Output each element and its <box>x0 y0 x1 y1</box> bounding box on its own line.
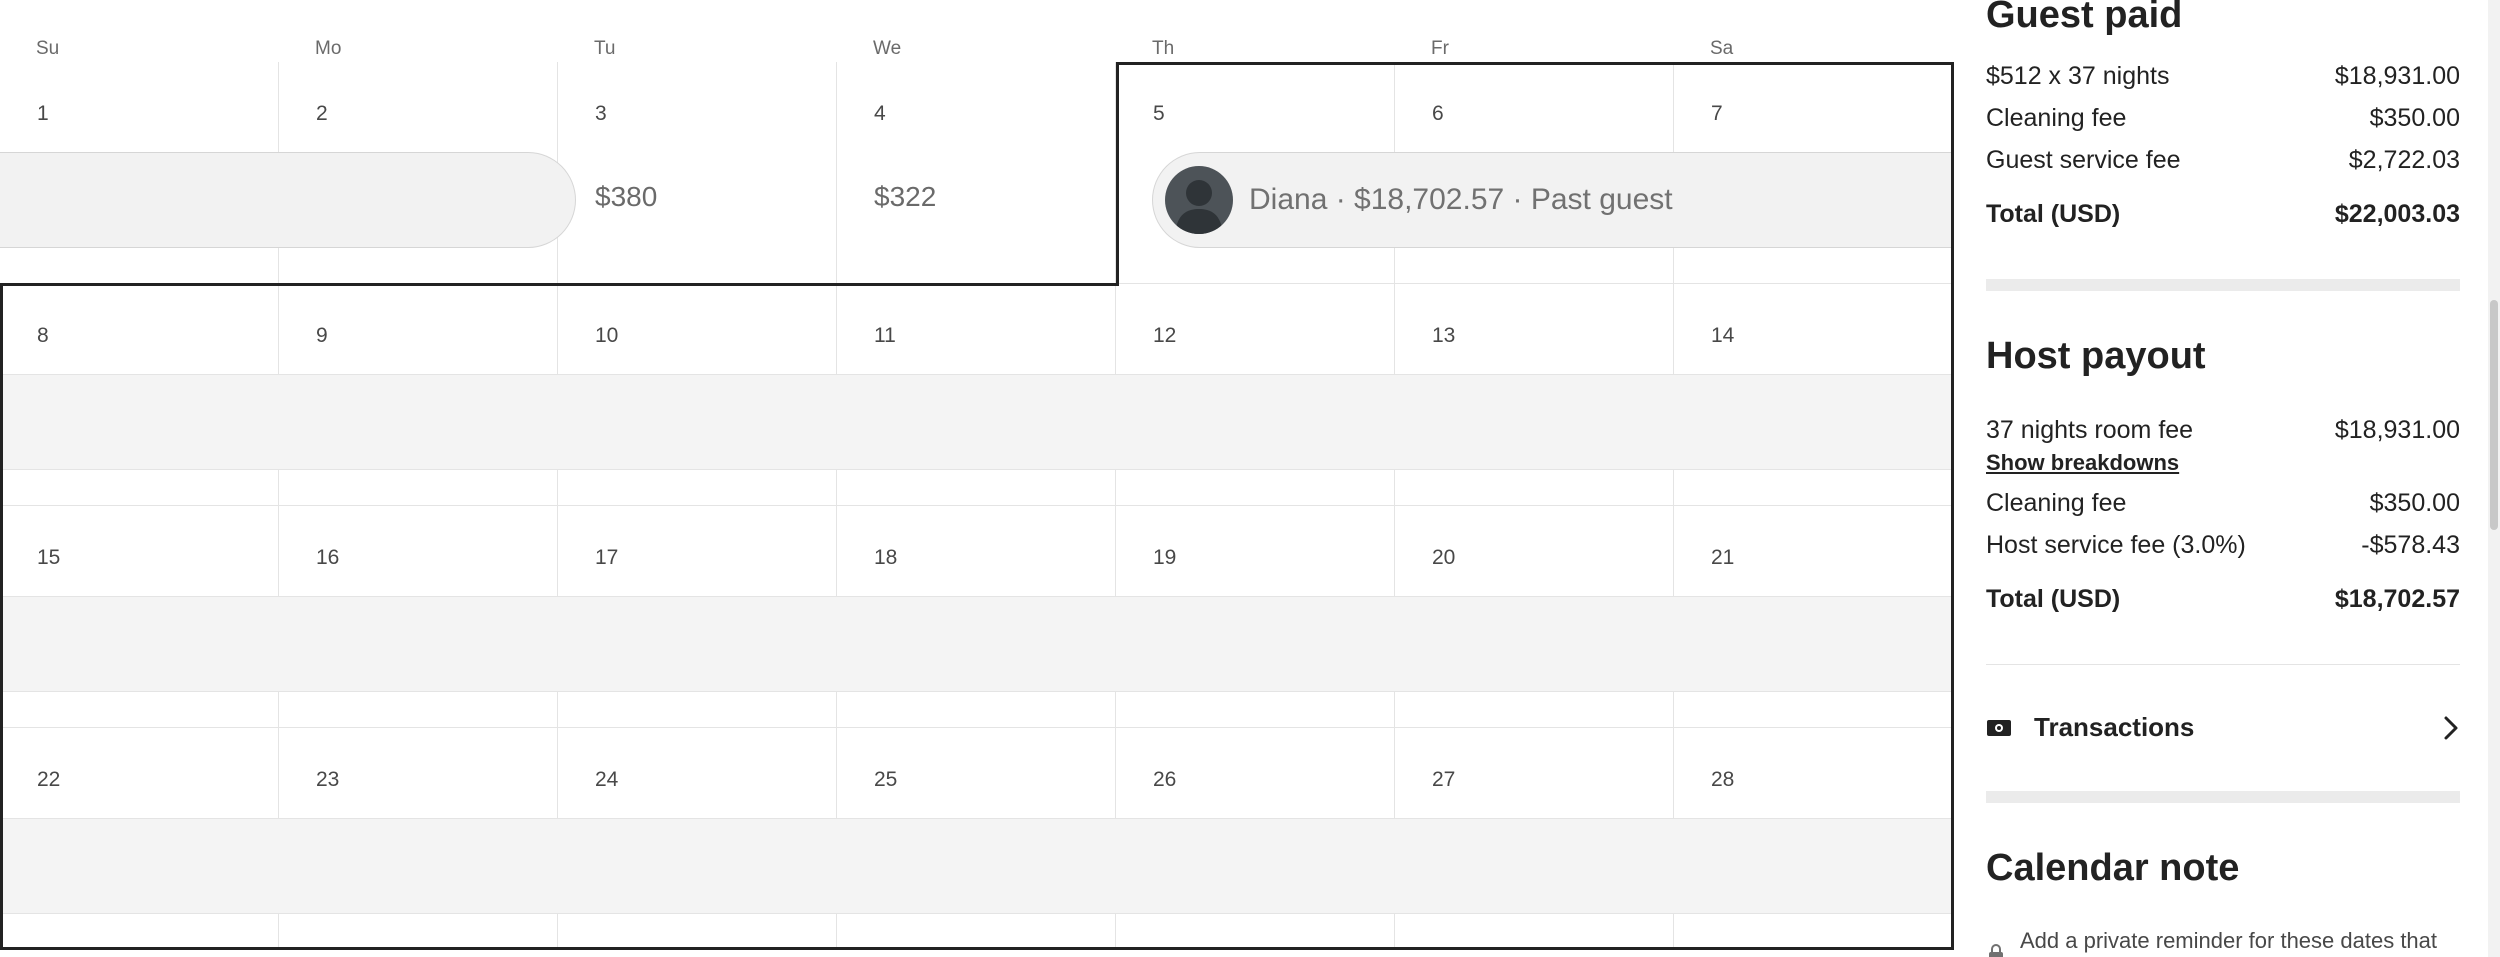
day-number: 28 <box>1711 768 1735 791</box>
day-number: 13 <box>1432 324 1456 347</box>
day-number: 26 <box>1153 768 1177 791</box>
host-payout-title: Host payout <box>1986 335 2206 377</box>
guest-paid-title: Guest paid <box>1986 0 2183 36</box>
reservation-band[interactable] <box>0 374 1954 470</box>
day-number: 27 <box>1432 768 1456 791</box>
night-price: $380 <box>595 181 658 212</box>
person-icon <box>1175 180 1223 234</box>
day-number: 3 <box>595 102 607 125</box>
day-number: 25 <box>874 768 898 791</box>
night-price: $322 <box>874 181 937 212</box>
reservation-pill[interactable]: Diana · $18,702.57 · Past guest <box>1152 152 1954 248</box>
transactions-row[interactable]: Transactions <box>1986 698 2460 758</box>
day-number: 16 <box>316 546 340 569</box>
day-number: 5 <box>1153 102 1165 125</box>
reservation-band[interactable] <box>0 818 1954 914</box>
scrollbar[interactable] <box>2488 0 2500 957</box>
prior-reservation-pill[interactable] <box>0 152 576 248</box>
day-number: 22 <box>37 768 61 791</box>
weekday-label: Th <box>1152 38 1175 59</box>
transactions-label: Transactions <box>2034 712 2195 742</box>
weekday-label: We <box>873 38 902 59</box>
section-divider <box>1986 279 2460 291</box>
show-breakdowns-link[interactable]: Show breakdowns <box>1986 450 2179 476</box>
lock-icon <box>1986 943 2006 957</box>
day-number: 23 <box>316 768 340 791</box>
day-number: 9 <box>316 324 328 347</box>
day-number: 18 <box>874 546 898 569</box>
weekday-label: Su <box>36 38 60 59</box>
weekday-label: Tu <box>594 38 616 59</box>
day-number: 8 <box>37 324 49 347</box>
day-number: 10 <box>595 324 619 347</box>
weekday-label: Sa <box>1710 38 1734 59</box>
day-number: 2 <box>316 102 328 125</box>
section-divider <box>1986 791 2460 803</box>
money-icon <box>1986 718 2012 743</box>
calendar-note-title: Calendar note <box>1986 847 2240 889</box>
reservation-label: Diana · $18,702.57 · Past guest <box>1249 183 1673 216</box>
weekday-label: Mo <box>315 38 342 59</box>
day-number: 1 <box>37 102 49 125</box>
day-number: 20 <box>1432 546 1456 569</box>
scrollbar-thumb[interactable] <box>2490 300 2498 530</box>
day-number: 14 <box>1711 324 1735 347</box>
day-number: 17 <box>595 546 619 569</box>
day-number: 24 <box>595 768 619 791</box>
chevron-right-icon <box>2442 714 2460 747</box>
day-number: 15 <box>37 546 61 569</box>
calendar-note-text[interactable]: Add a private reminder for these dates t… <box>2020 928 2437 954</box>
calendar-grid: Su Mo Tu We Th Fr Sa 1 2 3 $380 4 $322 5 6… <box>0 0 1954 957</box>
weekday-header: Su Mo Tu We Th Fr Sa <box>0 0 1954 63</box>
day-number: 7 <box>1711 102 1723 125</box>
weekday-label: Fr <box>1431 38 1449 59</box>
day-cell[interactable]: 3 $380 <box>558 62 837 284</box>
day-number: 19 <box>1153 546 1177 569</box>
day-number: 4 <box>874 102 886 125</box>
day-number: 21 <box>1711 546 1735 569</box>
day-number: 6 <box>1432 102 1444 125</box>
divider <box>1986 664 2460 665</box>
reservation-details-panel: Guest paid $512 x 37 nights $18,931.00 C… <box>1954 0 2500 957</box>
avatar <box>1165 166 1233 234</box>
day-number: 11 <box>874 324 896 347</box>
day-cell[interactable]: 4 $322 <box>837 62 1116 284</box>
day-number: 12 <box>1153 324 1177 347</box>
reservation-band[interactable] <box>0 596 1954 692</box>
